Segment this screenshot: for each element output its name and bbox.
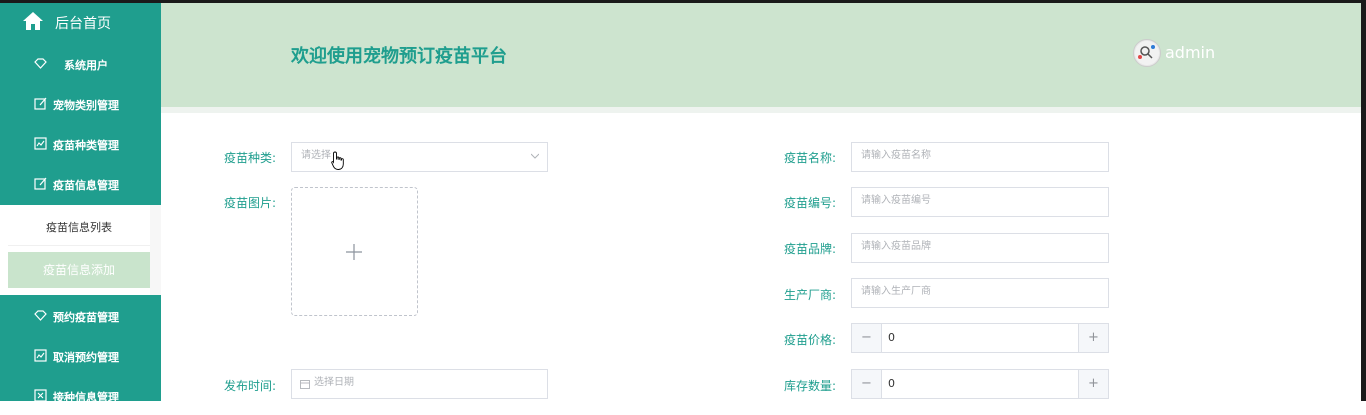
submenu-item-vaccine-list[interactable]: 疫苗信息列表 [8, 210, 150, 246]
sidebar-home[interactable]: 后台首页 [0, 3, 161, 41]
stock-label: 库存数量: [783, 379, 836, 393]
chart-icon [34, 137, 47, 150]
sidebar-item-label: 系统用户 [64, 59, 108, 72]
publish-date-placeholder: 选择日期 [314, 377, 354, 388]
stock-value: 0 [888, 377, 895, 390]
sidebar-item-system-users[interactable]: 系统用户 [0, 45, 161, 83]
header-divider [161, 107, 1366, 113]
sidebar-item-cancel-booking[interactable]: 取消预约管理 [0, 337, 161, 375]
close-box-icon [34, 389, 47, 402]
calendar-icon [300, 380, 310, 389]
diamond-icon [34, 310, 47, 321]
window-right-border [1361, 3, 1366, 401]
manufacturer-label: 生产厂商: [783, 288, 836, 302]
stock-decrement-button[interactable]: − [852, 370, 882, 398]
vaccine-type-label: 疫苗种类: [223, 151, 276, 165]
stock-increment-button[interactable]: + [1078, 370, 1108, 398]
edit-icon [34, 97, 47, 110]
vaccine-brand-input[interactable]: 请输入疫苗品牌 [851, 233, 1109, 263]
avatar[interactable] [1133, 39, 1161, 67]
sidebar: 后台首页 系统用户 宠物类别管理 疫苗种类管理 疫苗信息管理 疫苗信息列表 疫苗… [0, 3, 161, 404]
sidebar-item-label: 接种信息管理 [53, 391, 119, 404]
home-icon [23, 12, 43, 30]
vaccine-type-select[interactable]: 请选择 [291, 142, 548, 172]
publish-time-label: 发布时间: [223, 379, 276, 393]
publish-date-picker[interactable]: 选择日期 [291, 369, 548, 399]
submenu-item-vaccine-add[interactable]: 疫苗信息添加 [8, 252, 150, 288]
stock-stepper[interactable]: − 0 + [851, 369, 1109, 399]
image-upload[interactable] [291, 187, 418, 316]
sidebar-item-label: 预约疫苗管理 [53, 311, 119, 324]
vaccine-name-label: 疫苗名称: [783, 151, 836, 165]
chevron-down-icon [531, 153, 539, 159]
vaccine-type-placeholder: 请选择 [301, 150, 331, 161]
sidebar-home-label: 后台首页 [55, 16, 111, 32]
price-label: 疫苗价格: [783, 333, 836, 347]
price-value: 0 [888, 331, 895, 344]
vaccine-image-label: 疫苗图片: [223, 196, 276, 210]
price-increment-button[interactable]: + [1078, 324, 1108, 352]
vaccine-name-input[interactable]: 请输入疫苗名称 [851, 142, 1109, 172]
user-name[interactable]: admin [1165, 43, 1215, 62]
vaccine-brand-label: 疫苗品牌: [783, 242, 836, 256]
hand-cursor-icon [331, 151, 344, 170]
sidebar-item-vaccine-type[interactable]: 疫苗种类管理 [0, 125, 161, 163]
page-title: 欢迎使用宠物预订疫苗平台 [291, 46, 507, 67]
edit-icon [34, 177, 47, 190]
manufacturer-input[interactable]: 请输入生产厂商 [851, 278, 1109, 308]
sidebar-item-pet-category[interactable]: 宠物类别管理 [0, 85, 161, 123]
sidebar-item-vaccination[interactable]: 接种信息管理 [0, 377, 161, 415]
vaccine-code-input[interactable]: 请输入疫苗编号 [851, 187, 1109, 217]
plus-icon [346, 244, 362, 260]
avatar-icon [1135, 41, 1159, 65]
price-decrement-button[interactable]: − [852, 324, 882, 352]
price-stepper[interactable]: − 0 + [851, 323, 1109, 353]
sidebar-item-booking[interactable]: 预约疫苗管理 [0, 297, 161, 335]
sidebar-item-label: 疫苗信息管理 [53, 179, 119, 192]
sidebar-item-label: 宠物类别管理 [53, 99, 119, 112]
sidebar-item-label: 疫苗种类管理 [53, 139, 119, 152]
sidebar-item-vaccine-info[interactable]: 疫苗信息管理 [0, 165, 161, 203]
top-header: 欢迎使用宠物预订疫苗平台 admin [161, 3, 1366, 107]
vaccine-code-label: 疫苗编号: [783, 196, 836, 210]
chart-icon [34, 349, 47, 362]
sidebar-item-label: 取消预约管理 [53, 351, 119, 364]
diamond-icon [34, 58, 47, 69]
submenu-edge [150, 205, 161, 295]
